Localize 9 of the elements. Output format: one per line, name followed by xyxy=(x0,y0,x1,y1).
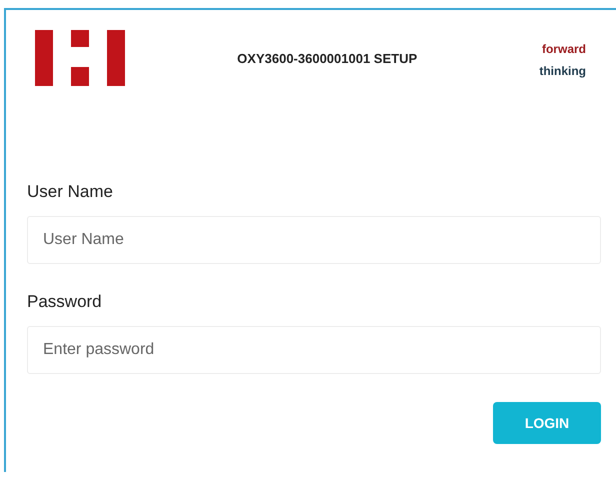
tagline-text: forward xyxy=(542,42,586,56)
field-label: Password xyxy=(27,292,103,312)
login-button[interactable]: LOGIN xyxy=(493,402,601,444)
input-field[interactable]: Enter password xyxy=(27,326,601,374)
input-field[interactable]: User Name xyxy=(27,216,601,264)
field-label: User Name xyxy=(27,182,114,202)
page-title: OXY3600-3600001001 SETUP xyxy=(236,50,418,66)
logo-icon xyxy=(35,30,125,86)
tagline-text: thinking xyxy=(539,64,586,78)
